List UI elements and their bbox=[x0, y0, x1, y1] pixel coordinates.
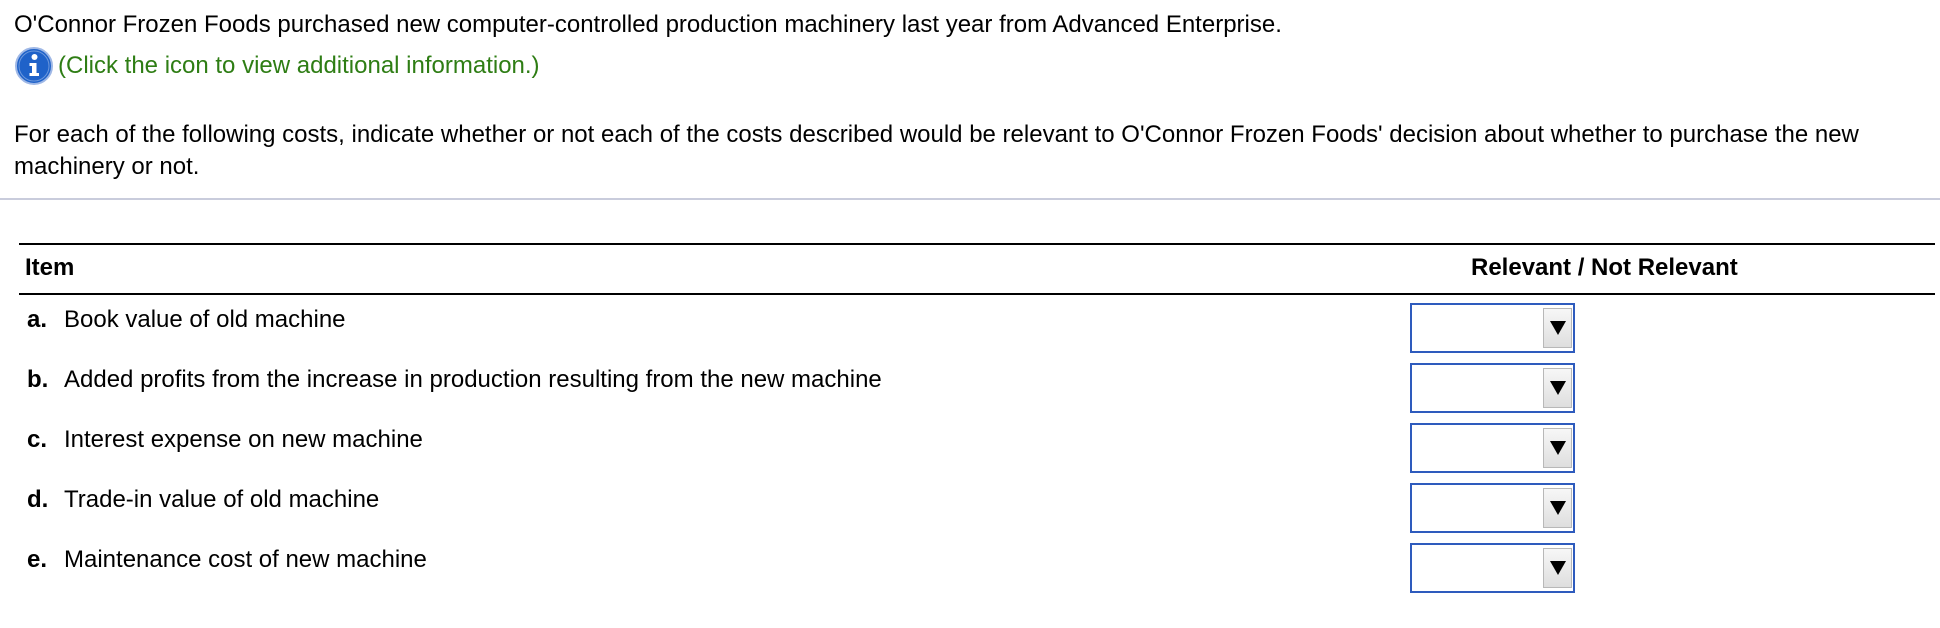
dropdown-arrow-button[interactable] bbox=[1543, 548, 1572, 588]
row-item-text: Added profits from the increase in produ… bbox=[64, 366, 882, 393]
info-icon[interactable] bbox=[14, 46, 54, 86]
triangle-down-icon bbox=[1549, 381, 1566, 395]
relevance-dropdown[interactable] bbox=[1410, 363, 1575, 413]
triangle-down-icon bbox=[1549, 441, 1566, 455]
relevance-dropdown[interactable] bbox=[1410, 423, 1575, 473]
relevance-table: Item Relevant / Not Relevant a. Book val… bbox=[19, 243, 1935, 595]
intro-text: O'Connor Frozen Foods purchased new comp… bbox=[14, 11, 1282, 38]
row-letter: c. bbox=[27, 426, 48, 453]
row-letter: e. bbox=[27, 546, 48, 573]
table-row: e. Maintenance cost of new machine bbox=[19, 535, 1935, 595]
table-row: d. Trade-in value of old machine bbox=[19, 475, 1935, 535]
triangle-down-icon bbox=[1549, 321, 1566, 335]
dropdown-arrow-button[interactable] bbox=[1543, 368, 1572, 408]
row-item-text: Book value of old machine bbox=[64, 306, 346, 333]
table-row: a. Book value of old machine bbox=[19, 295, 1935, 355]
table-row: c. Interest expense on new machine bbox=[19, 415, 1935, 475]
info-link-text[interactable]: (Click the icon to view additional infor… bbox=[58, 50, 540, 82]
column-header-relevance: Relevant / Not Relevant bbox=[1471, 254, 1738, 281]
instructions-text: For each of the following costs, indicat… bbox=[14, 121, 1859, 180]
info-link-row[interactable]: (Click the icon to view additional infor… bbox=[14, 46, 540, 86]
dropdown-arrow-button[interactable] bbox=[1543, 488, 1572, 528]
table-header: Item Relevant / Not Relevant bbox=[19, 243, 1935, 295]
row-letter: b. bbox=[27, 366, 49, 393]
row-item-text: Interest expense on new machine bbox=[64, 426, 423, 453]
triangle-down-icon bbox=[1549, 561, 1566, 575]
dropdown-arrow-button[interactable] bbox=[1543, 428, 1572, 468]
column-header-item: Item bbox=[25, 254, 75, 281]
row-item-text: Maintenance cost of new machine bbox=[64, 546, 427, 573]
relevance-dropdown[interactable] bbox=[1410, 483, 1575, 533]
row-letter: a. bbox=[27, 306, 48, 333]
relevance-dropdown[interactable] bbox=[1410, 303, 1575, 353]
triangle-down-icon bbox=[1549, 501, 1566, 515]
question-page: O'Connor Frozen Foods purchased new comp… bbox=[0, 0, 1940, 628]
dropdown-arrow-button[interactable] bbox=[1543, 308, 1572, 348]
section-divider bbox=[0, 198, 1940, 200]
row-letter: d. bbox=[27, 486, 49, 513]
row-item-text: Trade-in value of old machine bbox=[64, 486, 380, 513]
table-row: b. Added profits from the increase in pr… bbox=[19, 355, 1935, 415]
relevance-dropdown[interactable] bbox=[1410, 543, 1575, 593]
